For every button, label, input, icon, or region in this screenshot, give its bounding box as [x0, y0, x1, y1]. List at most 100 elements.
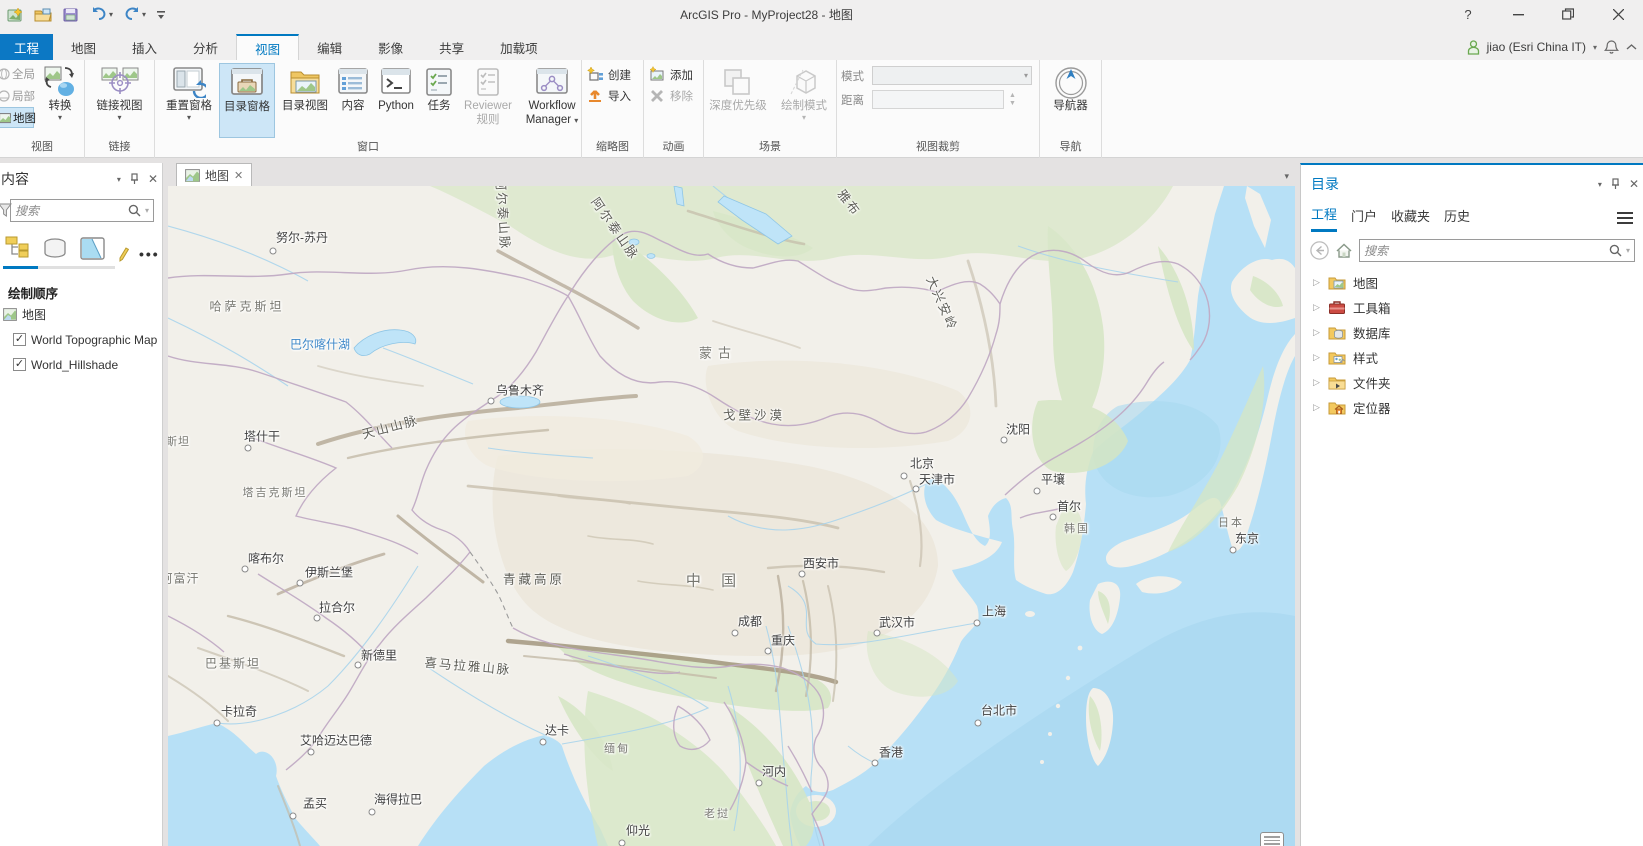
draw-mode-dropdown-caret[interactable]: ▾ [802, 114, 806, 122]
catalog-pane-menu-caret[interactable]: ▾ [1598, 180, 1602, 189]
pin-icon[interactable] [1611, 178, 1620, 190]
customize-quick-access-button[interactable] [153, 7, 169, 21]
search-options-caret[interactable]: ▾ [1626, 246, 1630, 255]
convert-button[interactable]: 转换 ▾ [34, 63, 86, 138]
edit-pencil-icon[interactable] [117, 246, 129, 262]
python-window-button[interactable]: Python [373, 63, 419, 138]
ribbon-tab-分析[interactable]: 分析 [175, 34, 236, 60]
signed-in-user[interactable]: jiao (Esri China IT) [1487, 40, 1586, 54]
workflow-manager-button[interactable]: Workflow Manager ▾ [519, 63, 585, 138]
catalog-item-数据库[interactable]: ▷ 数据库 [1301, 320, 1643, 345]
pin-icon[interactable] [130, 173, 139, 185]
add-animation-button[interactable]: 添加 [648, 66, 699, 83]
ribbon-tab-视图[interactable]: 视图 [236, 34, 300, 60]
navigator-button[interactable]: 导航器 [1043, 63, 1099, 138]
tasks-pane-button[interactable]: 任务 [421, 63, 457, 138]
catalog-pane-close-icon[interactable]: ✕ [1629, 177, 1639, 191]
workflow-dropdown-caret[interactable]: ▾ [574, 116, 578, 125]
expand-caret-icon[interactable]: ▷ [1313, 327, 1321, 338]
map-tree-item[interactable]: 地图 [0, 302, 162, 327]
back-arrow-icon[interactable] [1310, 241, 1329, 260]
expand-caret-icon[interactable]: ▷ [1313, 402, 1321, 413]
notifications-bell-icon[interactable] [1604, 39, 1619, 55]
layer-checkbox[interactable]: ✓ [13, 333, 26, 346]
ribbon-tab-工程[interactable]: 工程 [0, 34, 54, 60]
create-thumbnail-button[interactable]: 创建 [586, 66, 639, 83]
mode-dropdown[interactable]: ▾ [872, 66, 1032, 85]
collapse-ribbon-chevron-icon[interactable] [1626, 43, 1637, 51]
catalog-menu-icon[interactable] [1617, 211, 1633, 225]
catalog-view-button[interactable]: 目录视图 [277, 63, 333, 138]
draw-mode-button[interactable]: 绘制模式 ▾ [775, 63, 833, 138]
redo-button[interactable]: ▾ [120, 5, 149, 23]
reset-panes-dropdown-caret[interactable]: ▾ [187, 114, 191, 122]
contents-search-input[interactable]: 搜索 ▾ [10, 199, 154, 222]
catalog-item-定位器[interactable]: ▷ 定位器 [1301, 395, 1643, 420]
import-thumbnail-button[interactable]: 导入 [586, 87, 639, 104]
open-project-button[interactable] [31, 6, 55, 23]
search-options-caret[interactable]: ▾ [145, 206, 149, 215]
catalog-item-地图[interactable]: ▷ 地图 [1301, 270, 1643, 295]
ribbon-tab-共享[interactable]: 共享 [421, 34, 482, 60]
expand-caret-icon[interactable]: ▷ [1313, 277, 1321, 288]
map-tab-close-icon[interactable]: ✕ [234, 169, 243, 182]
contents-pane-button[interactable]: 内容 [335, 63, 371, 138]
filter-funnel-icon[interactable] [0, 203, 12, 217]
catalog-tab-收藏夹[interactable]: 收藏夹 [1391, 206, 1430, 231]
catalog-search-input[interactable]: 搜索 ▾ [1359, 239, 1635, 262]
redo-dropdown-caret[interactable]: ▾ [142, 10, 146, 19]
list-by-selection-tab[interactable] [79, 236, 107, 262]
ribbon-tab-地图[interactable]: 地图 [53, 34, 114, 60]
ribbon-tab-编辑[interactable]: 编辑 [299, 34, 360, 60]
expand-caret-icon[interactable]: ▷ [1313, 302, 1321, 313]
mode-dropdown-caret[interactable]: ▾ [1024, 71, 1028, 80]
catalog-pane-button[interactable]: 目录窗格 [219, 63, 275, 138]
map-viewport[interactable]: 努尔-苏丹 塔什干 乌鲁木齐 喀布尔 伊斯兰堡 拉合尔 新德里 卡拉奇 艾哈迈达巴德 孟买 海得拉巴… [168, 186, 1295, 846]
new-project-button[interactable] [4, 6, 27, 23]
remove-animation-button[interactable]: 移除 [648, 87, 699, 104]
ribbon-tab-影像[interactable]: 影像 [360, 34, 421, 60]
expand-caret-icon[interactable]: ▷ [1313, 352, 1321, 363]
ribbon-tab-插入[interactable]: 插入 [114, 34, 175, 60]
tab-strip-overflow-caret[interactable]: ▾ [1284, 171, 1289, 182]
layer-item[interactable]: ✓ World Topographic Map [0, 327, 162, 352]
layer-checkbox[interactable]: ✓ [13, 358, 26, 371]
catalog-item-文件夹[interactable]: ▷ 文件夹 [1301, 370, 1643, 395]
map-view-button[interactable]: 地图 [0, 107, 36, 128]
catalog-tab-门户[interactable]: 门户 [1351, 206, 1377, 231]
distance-spinner-arrows[interactable]: ▲ ▼ [1009, 92, 1016, 107]
expand-caret-icon[interactable]: ▷ [1313, 377, 1321, 388]
list-by-drawing-order-tab[interactable] [4, 236, 31, 262]
depth-priority-button[interactable]: 深度优先级 [707, 63, 769, 138]
reviewer-rules-button[interactable]: Reviewer 规则 [459, 63, 517, 138]
list-by-data-source-tab[interactable] [41, 236, 69, 262]
more-tabs-ellipsis[interactable]: ••• [139, 246, 160, 262]
help-button[interactable]: ? [1443, 0, 1493, 28]
convert-dropdown-caret[interactable]: ▾ [58, 114, 62, 122]
catalog-item-工具箱[interactable]: ▷ 工具箱 [1301, 295, 1643, 320]
global-scene-button[interactable]: 全局 [0, 63, 35, 84]
home-icon[interactable] [1335, 242, 1353, 259]
contents-pane-close-icon[interactable]: ✕ [148, 172, 158, 186]
undo-button[interactable]: ▾ [87, 5, 116, 23]
close-button[interactable] [1593, 0, 1643, 28]
layer-item[interactable]: ✓ World_Hillshade [0, 352, 162, 377]
reset-panes-button[interactable]: 重置窗格 ▾ [161, 63, 217, 138]
undo-dropdown-caret[interactable]: ▾ [109, 10, 113, 19]
minimize-button[interactable] [1493, 0, 1543, 28]
restore-button[interactable] [1543, 0, 1593, 28]
catalog-item-样式[interactable]: ▷ 样式 [1301, 345, 1643, 370]
link-views-button[interactable]: 链接视图 ▾ [89, 63, 151, 138]
map-corner-page-icon[interactable] [1260, 832, 1284, 846]
account-dropdown-caret[interactable]: ▾ [1593, 43, 1597, 52]
contents-pane-menu-caret[interactable]: ▾ [117, 175, 121, 184]
city-dot [873, 629, 881, 637]
map-document-tab[interactable]: 地图 ✕ [176, 163, 253, 186]
link-views-dropdown-caret[interactable]: ▾ [117, 114, 121, 122]
ribbon-tab-加载项[interactable]: 加载项 [482, 34, 556, 60]
catalog-tab-工程[interactable]: 工程 [1311, 204, 1338, 232]
catalog-tab-历史[interactable]: 历史 [1444, 206, 1470, 231]
save-project-button[interactable] [59, 6, 83, 23]
distance-input[interactable] [872, 90, 1004, 109]
local-scene-button[interactable]: 局部 [0, 85, 35, 106]
